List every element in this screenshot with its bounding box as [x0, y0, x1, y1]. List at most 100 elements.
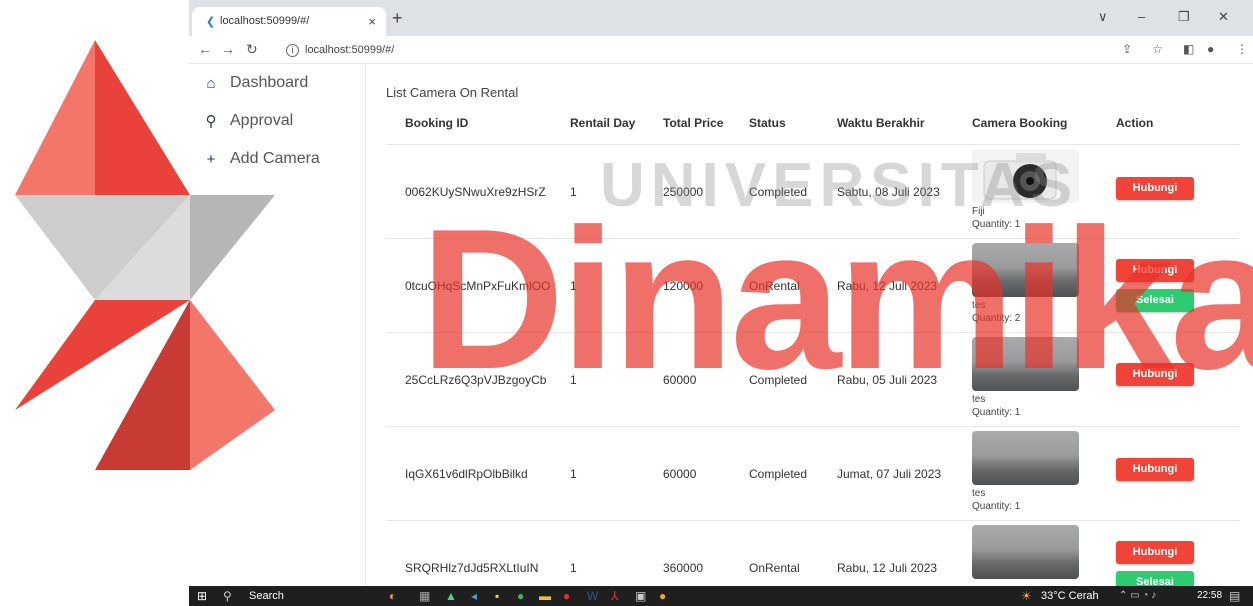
- close-window-button[interactable]: ✕: [1218, 9, 1229, 25]
- status: Completed: [749, 467, 808, 481]
- end-date: Sabtu, 08 Juli 2023: [837, 185, 940, 199]
- sidebar-item-dashboard[interactable]: ⌂ Dashboard: [204, 74, 308, 92]
- calculator-icon[interactable]: ▣: [635, 589, 646, 603]
- camera-image-icon: [983, 153, 1057, 200]
- hubungi-button[interactable]: Hubungi: [1116, 363, 1194, 386]
- camera-info: tes Quantity: 2: [972, 299, 1020, 325]
- booking-id: 25CcLRz6Q3pVJBzgoyCb: [405, 373, 547, 387]
- camera-quantity: Quantity: 1: [972, 501, 1021, 512]
- taskbar-search[interactable]: Search: [249, 590, 284, 602]
- status: Completed: [749, 185, 808, 199]
- camera-thumbnail: [972, 149, 1079, 203]
- file-explorer-icon[interactable]: ▬: [539, 589, 551, 603]
- camera-name: Fiji: [972, 206, 985, 217]
- camera-thumbnail: [972, 431, 1079, 485]
- home-icon: ⌂: [206, 74, 216, 92]
- android-studio-icon[interactable]: ▲: [445, 589, 457, 603]
- minimize-button[interactable]: –: [1138, 9, 1145, 24]
- share-icon[interactable]: ⇪: [1122, 42, 1132, 56]
- hubungi-button[interactable]: Hubungi: [1116, 458, 1194, 481]
- table-row: IqGX61v6dlRpOlbBilkd 1 60000 Completed J…: [386, 426, 1239, 520]
- cortana-icon[interactable]: ◐: [389, 589, 396, 603]
- camera-quantity: Quantity: 2: [972, 313, 1021, 324]
- task-view-icon[interactable]: ▦: [419, 589, 430, 603]
- camera-thumbnail: [972, 337, 1079, 391]
- chrome-alt-icon[interactable]: ●: [563, 589, 570, 603]
- search-icon[interactable]: ⚲: [223, 589, 232, 603]
- site-info-icon[interactable]: i: [286, 44, 299, 57]
- booking-id: SRQRHlz7dJd5RXLtIuIN: [405, 561, 539, 575]
- end-date: Rabu, 12 Juli 2023: [837, 279, 938, 293]
- total-price: 120000: [663, 279, 704, 293]
- hubungi-button[interactable]: Hubungi: [1116, 177, 1194, 200]
- booking-id: 0tcuOHqScMnPxFuKmlOO: [405, 279, 551, 293]
- page-title: List Camera On Rental: [386, 85, 519, 100]
- browser-tab[interactable]: ❮ localhost:50999/#/ ×: [192, 7, 386, 36]
- chrome-active-icon[interactable]: ●: [659, 589, 666, 603]
- app-icon[interactable]: ▪: [495, 589, 499, 603]
- reload-icon[interactable]: ↻: [246, 41, 258, 58]
- side-panel-icon[interactable]: ◧: [1183, 42, 1194, 56]
- sidebar: ⌂ Dashboard ⚲ Approval + Add Camera: [189, 64, 366, 586]
- camera-info: tes Quantity: 1: [972, 393, 1020, 419]
- acrobat-icon[interactable]: ⅄: [611, 589, 618, 603]
- hubungi-button[interactable]: Hubungi: [1116, 541, 1194, 564]
- selesai-button[interactable]: Selesai: [1116, 289, 1194, 312]
- camera-thumbnail: [972, 525, 1079, 579]
- status: OnRental: [749, 561, 800, 575]
- camera-name: tes: [972, 300, 986, 311]
- selesai-button[interactable]: Selesai: [1116, 571, 1194, 586]
- column-header-end-time: Waktu Berakhir: [837, 116, 925, 130]
- column-header-rental-day: Rentail Day: [570, 116, 636, 130]
- column-header-status: Status: [749, 116, 786, 130]
- camera-name: tes: [972, 394, 986, 405]
- camera-quantity: Quantity: 1: [972, 407, 1021, 418]
- windows-start-icon[interactable]: ⊞: [197, 589, 207, 603]
- windows-taskbar: ⊞ ⚲ Search ◐ ▦ ▲ ◂ ▪ ● ▬ ● W ⅄ ▣ ● ☀ 33°…: [189, 586, 1253, 606]
- system-tray-icons[interactable]: ⌃ ▭ ◔ ♪: [1119, 590, 1156, 601]
- status: Completed: [749, 373, 808, 387]
- word-icon[interactable]: W: [587, 589, 598, 603]
- menu-kebab-icon[interactable]: ⋮: [1236, 42, 1248, 56]
- camera-name: tes: [972, 488, 986, 499]
- notification-icon[interactable]: ▤: [1229, 589, 1240, 603]
- sidebar-item-label: Dashboard: [230, 74, 309, 91]
- tab-close-icon[interactable]: ×: [368, 14, 376, 29]
- forward-icon[interactable]: →: [221, 41, 235, 57]
- booking-id: 0062KUySNwuXre9zHSrZ: [405, 185, 546, 199]
- tab-search-icon[interactable]: ∨: [1098, 9, 1108, 25]
- tab-title: localhost:50999/#/: [220, 15, 310, 27]
- end-date: Rabu, 05 Juli 2023: [837, 373, 938, 387]
- bookmark-star-icon[interactable]: ☆: [1152, 42, 1163, 56]
- back-icon[interactable]: ←: [198, 41, 212, 57]
- end-date: Jumat, 07 Juli 2023: [837, 467, 942, 481]
- total-price: 360000: [663, 561, 704, 575]
- sidebar-item-label: Add Camera: [230, 150, 320, 167]
- main-content: List Camera On Rental Booking ID Rentail…: [367, 64, 1253, 586]
- clock[interactable]: 22:58: [1197, 590, 1222, 601]
- table-row: 0tcuOHqScMnPxFuKmlOO 1 120000 OnRental R…: [386, 238, 1239, 332]
- sidebar-item-label: Approval: [230, 112, 294, 129]
- weather-text[interactable]: 33°C Cerah: [1041, 590, 1099, 602]
- camera-thumbnail: [972, 243, 1079, 297]
- column-header-camera-booking: Camera Booking: [972, 116, 1068, 130]
- status: OnRental: [749, 279, 800, 293]
- vscode-icon[interactable]: ◂: [471, 589, 477, 603]
- column-header-total-price: Total Price: [663, 116, 724, 130]
- sidebar-item-add-camera[interactable]: + Add Camera: [204, 150, 320, 168]
- chrome-icon[interactable]: ●: [517, 589, 524, 603]
- url-field[interactable]: i localhost:50999/#/: [276, 39, 1096, 61]
- user-icon: ⚲: [205, 113, 217, 130]
- maximize-button[interactable]: ❐: [1178, 9, 1190, 25]
- new-tab-button[interactable]: +: [392, 9, 403, 27]
- profile-avatar-icon[interactable]: ●: [1207, 42, 1214, 56]
- total-price: 60000: [663, 467, 697, 481]
- booking-id: IqGX61v6dlRpOlbBilkd: [405, 467, 528, 481]
- camera-info: Fiji Quantity: 1: [972, 205, 1020, 231]
- table-row: 25CcLRz6Q3pVJBzgoyCb 1 60000 Completed R…: [386, 332, 1239, 426]
- column-header-action: Action: [1116, 116, 1154, 130]
- hubungi-button[interactable]: Hubungi: [1116, 259, 1194, 282]
- sidebar-item-approval[interactable]: ⚲ Approval: [204, 112, 294, 130]
- rental-day: 1: [570, 373, 577, 387]
- plus-icon: +: [206, 150, 216, 168]
